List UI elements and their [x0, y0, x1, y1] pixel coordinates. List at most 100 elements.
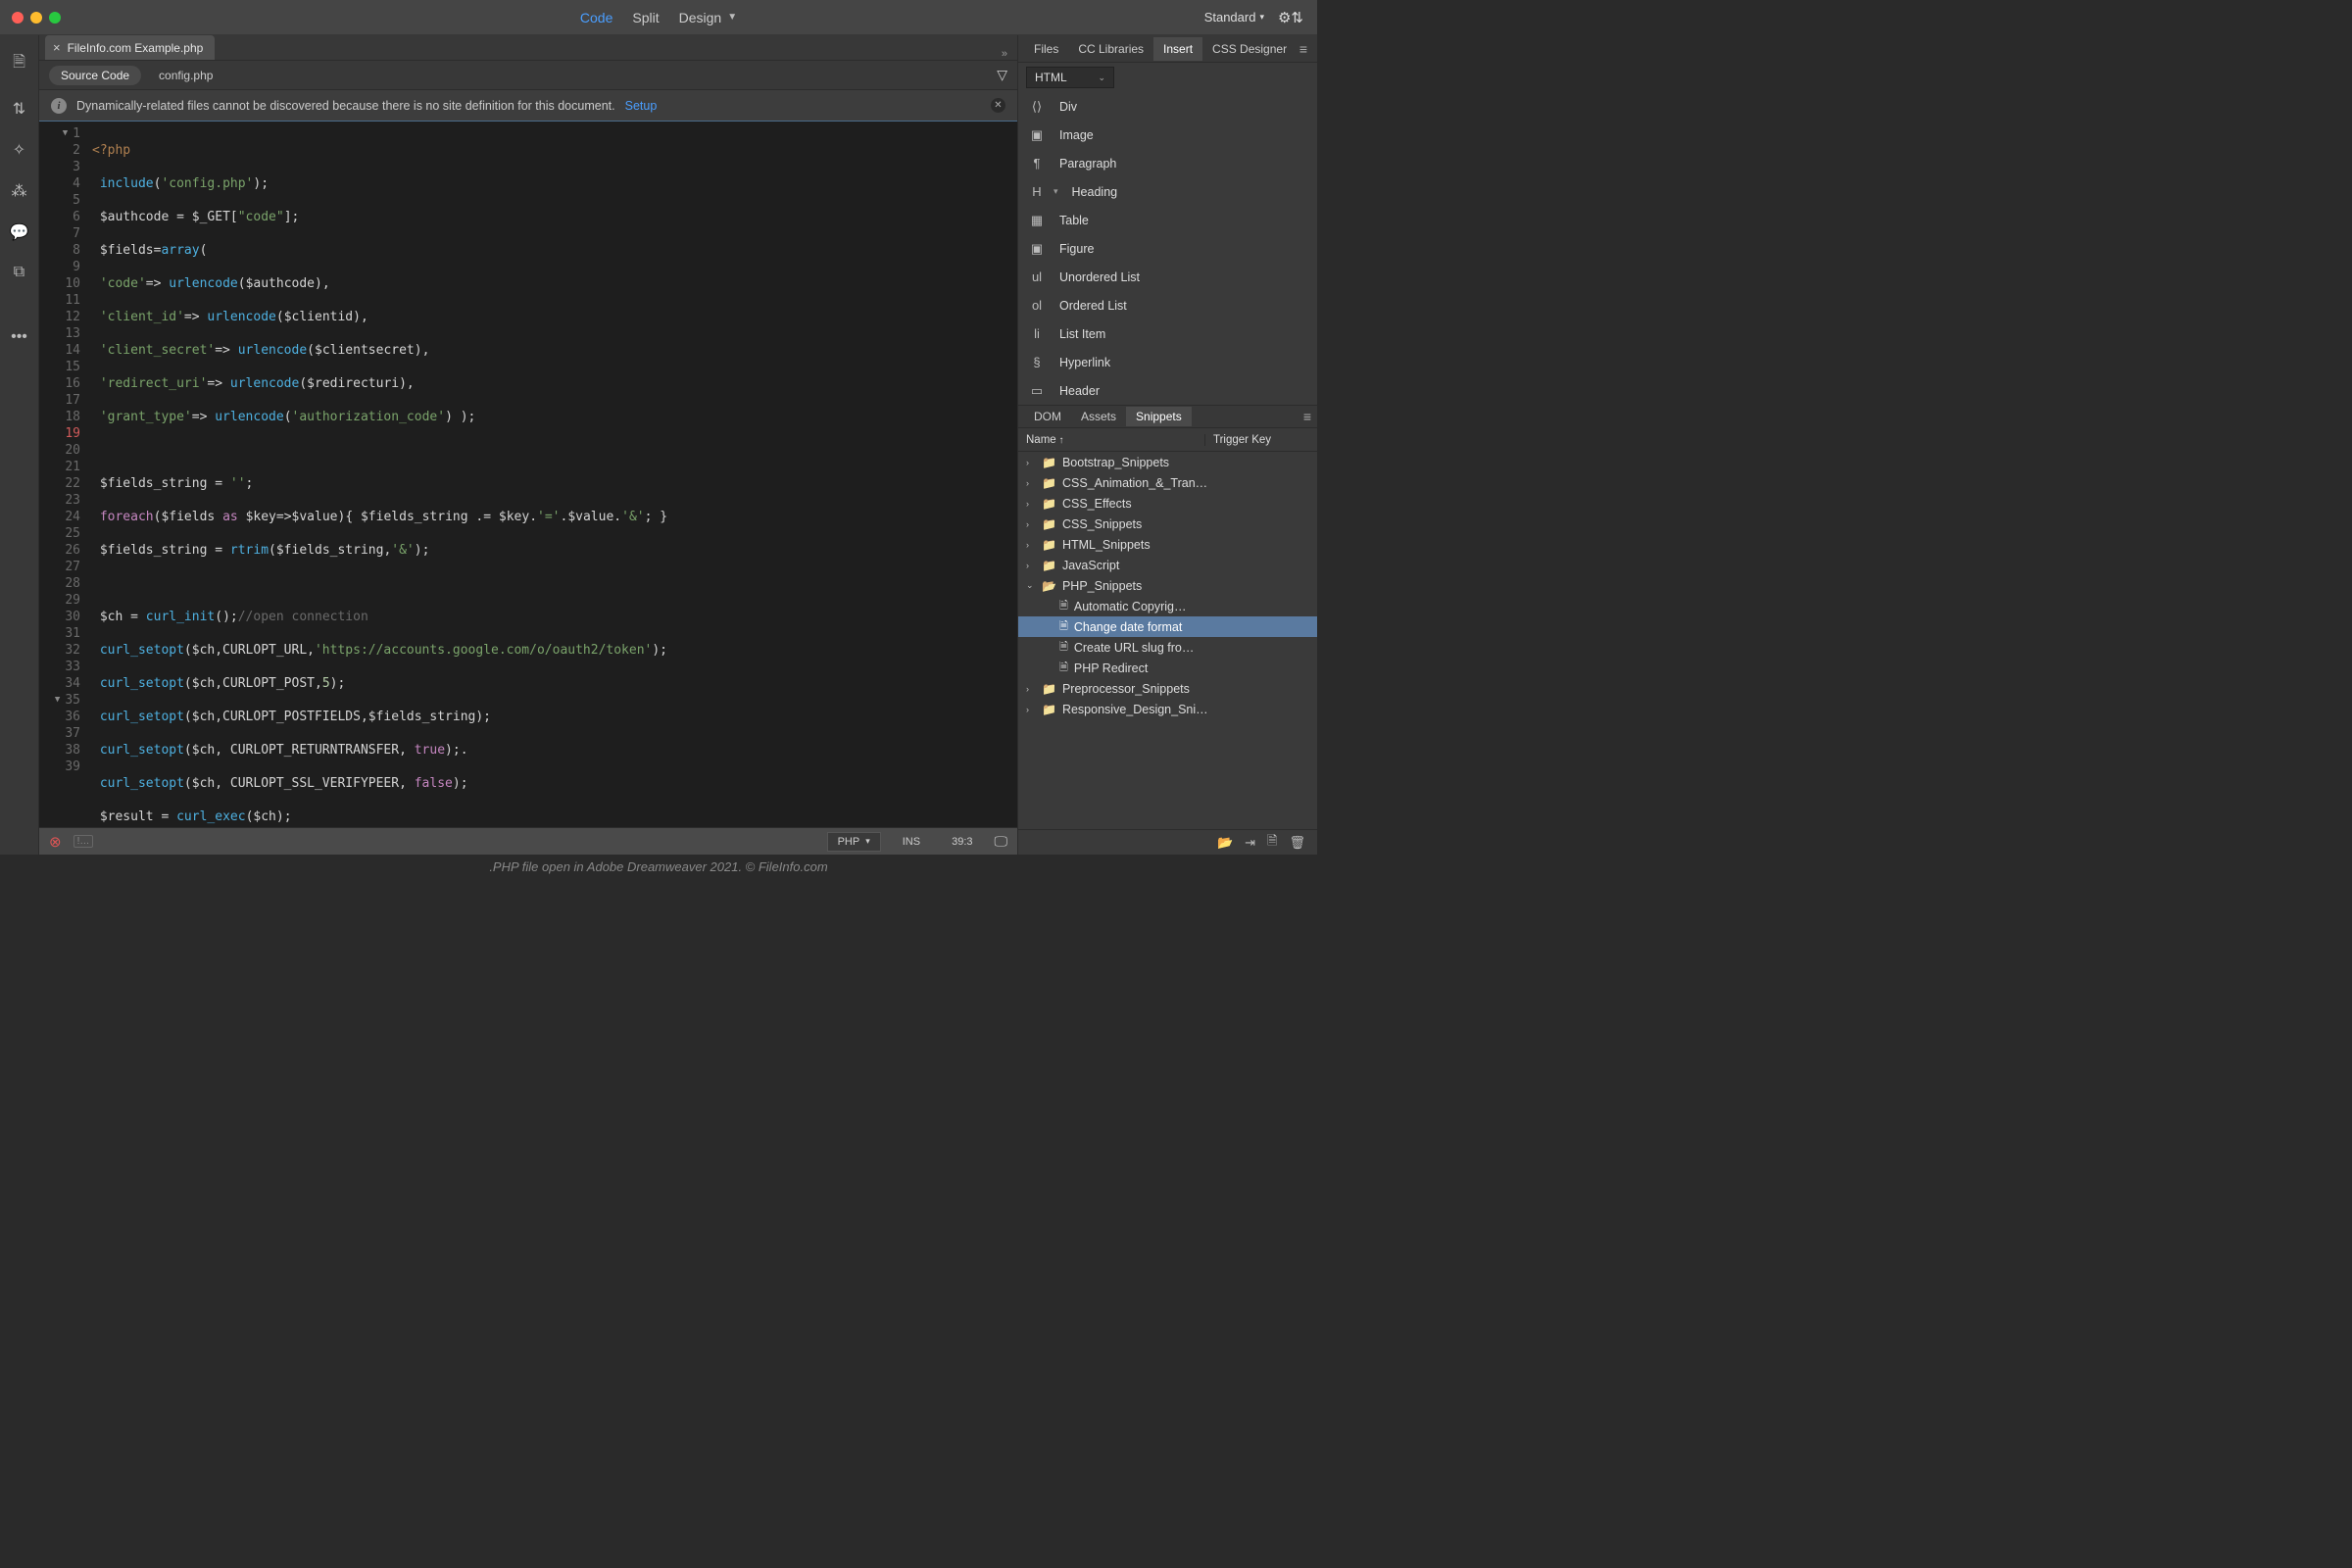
- insert-item-unordered-list[interactable]: ulUnordered List: [1018, 263, 1317, 291]
- tab-snippets[interactable]: Snippets: [1126, 407, 1192, 426]
- snippet-folder[interactable]: ›📁CSS_Snippets: [1018, 514, 1317, 534]
- tab-files[interactable]: Files: [1024, 37, 1068, 61]
- wand-icon[interactable]: ✧: [13, 140, 25, 160]
- magic-icon[interactable]: ⁂: [12, 181, 27, 201]
- view-split[interactable]: Split: [632, 10, 659, 25]
- updown-arrows-icon[interactable]: ⇅: [13, 99, 25, 119]
- snippet-file[interactable]: 🗎PHP Redirect: [1018, 658, 1317, 678]
- snippet-folder[interactable]: ›📁Preprocessor_Snippets: [1018, 678, 1317, 699]
- snippet-open-icon[interactable]: 📂: [1217, 835, 1233, 851]
- tabs-overflow-icon[interactable]: »: [1002, 48, 1017, 60]
- folder-icon: 📁: [1042, 497, 1056, 511]
- view-code[interactable]: Code: [580, 10, 612, 25]
- snippet-label: Create URL slug fro…: [1074, 641, 1195, 655]
- code-editor[interactable]: ▼1 2345 6789 10111213 14151617 18192021 …: [39, 122, 1017, 827]
- source-tab-active[interactable]: Source Code: [49, 66, 141, 85]
- chevron-right-icon[interactable]: ›: [1026, 684, 1036, 694]
- panel-menu-icon[interactable]: ≡: [1299, 41, 1311, 57]
- snippet-folder[interactable]: ›📁HTML_Snippets: [1018, 534, 1317, 555]
- insert-item-list-item[interactable]: liList Item: [1018, 319, 1317, 348]
- snippet-file[interactable]: 🗎 Create URL slug fro…: [1018, 637, 1317, 658]
- maximize-window-button[interactable]: [49, 12, 61, 24]
- tab-cc-libraries[interactable]: CC Libraries: [1068, 37, 1153, 61]
- status-bar: ⊗ !… PHP ▾ INS 39:3 🖵: [39, 827, 1017, 855]
- folder-icon: 📁: [1042, 703, 1056, 716]
- snippets-col-trigger[interactable]: Trigger Key: [1204, 434, 1317, 446]
- close-window-button[interactable]: [12, 12, 24, 24]
- chevron-right-icon[interactable]: ›: [1026, 478, 1036, 488]
- more-tools-icon[interactable]: •••: [11, 328, 27, 346]
- tab-insert[interactable]: Insert: [1153, 37, 1202, 61]
- filter-icon[interactable]: ▽: [997, 67, 1007, 83]
- chevron-right-icon[interactable]: ›: [1026, 540, 1036, 550]
- unordered-list-icon: ul: [1028, 270, 1046, 284]
- chevron-right-icon[interactable]: ›: [1026, 519, 1036, 529]
- insert-category-select[interactable]: HTML ⌄: [1026, 67, 1114, 88]
- setup-link[interactable]: Setup: [625, 99, 658, 113]
- insert-item-heading[interactable]: H▾Heading: [1018, 177, 1317, 206]
- table-icon: ▦: [1028, 214, 1046, 227]
- insert-item-paragraph[interactable]: ¶Paragraph: [1018, 149, 1317, 177]
- snippet-folder[interactable]: ›📁Bootstrap_Snippets: [1018, 452, 1317, 472]
- sync-settings-icon[interactable]: ⚙⇅: [1278, 9, 1303, 26]
- close-tab-icon[interactable]: ×: [53, 40, 61, 55]
- snippet-label: HTML_Snippets: [1062, 538, 1151, 552]
- snippet-folder[interactable]: ›📁Responsive_Design_Sni…: [1018, 699, 1317, 719]
- comment-icon[interactable]: 💬: [10, 222, 29, 242]
- insert-item-figure[interactable]: ▣Figure: [1018, 234, 1317, 263]
- file-icon: 🗎: [1059, 638, 1068, 657]
- snippets-col-name[interactable]: Name: [1018, 434, 1204, 446]
- insert-item-label: Paragraph: [1059, 157, 1116, 171]
- chevron-right-icon[interactable]: ›: [1026, 499, 1036, 509]
- titlebar-right-controls: Standard ▾ ⚙⇅: [1204, 9, 1317, 26]
- file-icon[interactable]: 🗎: [13, 51, 25, 77]
- folder-icon: 📁: [1042, 456, 1056, 469]
- view-design[interactable]: Design: [679, 10, 722, 25]
- snippet-folder[interactable]: ›📁CSS_Animation_&_Tran…: [1018, 472, 1317, 493]
- document-tab[interactable]: × FileInfo.com Example.php: [45, 35, 215, 60]
- insert-item-table[interactable]: ▦Table: [1018, 206, 1317, 234]
- workspace-dropdown[interactable]: Standard ▾: [1204, 10, 1264, 24]
- snippet-file[interactable]: 🗎Automatic Copyrig…: [1018, 596, 1317, 616]
- insert-item-header[interactable]: ▭Header: [1018, 376, 1317, 405]
- chevron-down-icon[interactable]: ⌄: [1026, 580, 1036, 591]
- image-icon: ▣: [1028, 128, 1046, 142]
- insert-item-ordered-list[interactable]: olOrdered List: [1018, 291, 1317, 319]
- tab-assets[interactable]: Assets: [1071, 407, 1126, 426]
- insert-category-row: HTML ⌄: [1018, 63, 1317, 92]
- chevron-right-icon[interactable]: ›: [1026, 561, 1036, 570]
- close-info-icon[interactable]: ✕: [991, 98, 1005, 113]
- hyperlink-icon: §: [1028, 356, 1046, 369]
- tab-css-designer[interactable]: CSS Designer: [1202, 37, 1297, 61]
- language-select[interactable]: PHP ▾: [827, 832, 881, 852]
- insert-mode[interactable]: INS: [893, 833, 930, 851]
- snippet-new-icon[interactable]: 🗎: [1267, 832, 1277, 854]
- info-message: Dynamically-related files cannot be disc…: [76, 99, 615, 113]
- ordered-list-icon: ol: [1028, 299, 1046, 313]
- panel-menu-icon[interactable]: ≡: [1303, 409, 1311, 424]
- snippet-folder[interactable]: ⌄📂PHP_Snippets: [1018, 575, 1317, 596]
- error-indicator-icon[interactable]: ⊗: [49, 833, 62, 851]
- insert-item-hyperlink[interactable]: §Hyperlink: [1018, 348, 1317, 376]
- snippet-file[interactable]: 🗎Change date format: [1018, 616, 1317, 637]
- snippet-delete-icon[interactable]: 🗑: [1289, 835, 1305, 851]
- preview-icon[interactable]: 🖵: [995, 833, 1008, 850]
- source-tab-related[interactable]: config.php: [159, 69, 213, 82]
- insert-list: ⟨⟩Div▣Image¶ParagraphH▾Heading▦Table▣Fig…: [1018, 92, 1317, 405]
- title-bar: Code Split Design ▼ Standard ▾ ⚙⇅: [0, 0, 1317, 35]
- tab-dom[interactable]: DOM: [1024, 407, 1071, 426]
- chevron-right-icon[interactable]: ›: [1026, 458, 1036, 467]
- chevron-right-icon[interactable]: ›: [1026, 705, 1036, 714]
- snippet-label: CSS_Snippets: [1062, 517, 1142, 531]
- insert-item-div[interactable]: ⟨⟩Div: [1018, 92, 1317, 121]
- chevron-down-icon: ▾: [1054, 186, 1058, 197]
- snippet-folder[interactable]: ›📁CSS_Effects: [1018, 493, 1317, 514]
- code-content[interactable]: <?php include('config.php'); $authcode =…: [88, 122, 1017, 827]
- snippet-folder[interactable]: ›📁JavaScript: [1018, 555, 1317, 575]
- snippet-insert-icon[interactable]: ⇥: [1245, 835, 1255, 851]
- inspect-icon[interactable]: ⧉: [14, 264, 24, 281]
- view-chevron-icon[interactable]: ▼: [727, 12, 737, 23]
- hidden-chars-toggle[interactable]: !…: [74, 835, 94, 848]
- insert-item-image[interactable]: ▣Image: [1018, 121, 1317, 149]
- minimize-window-button[interactable]: [30, 12, 42, 24]
